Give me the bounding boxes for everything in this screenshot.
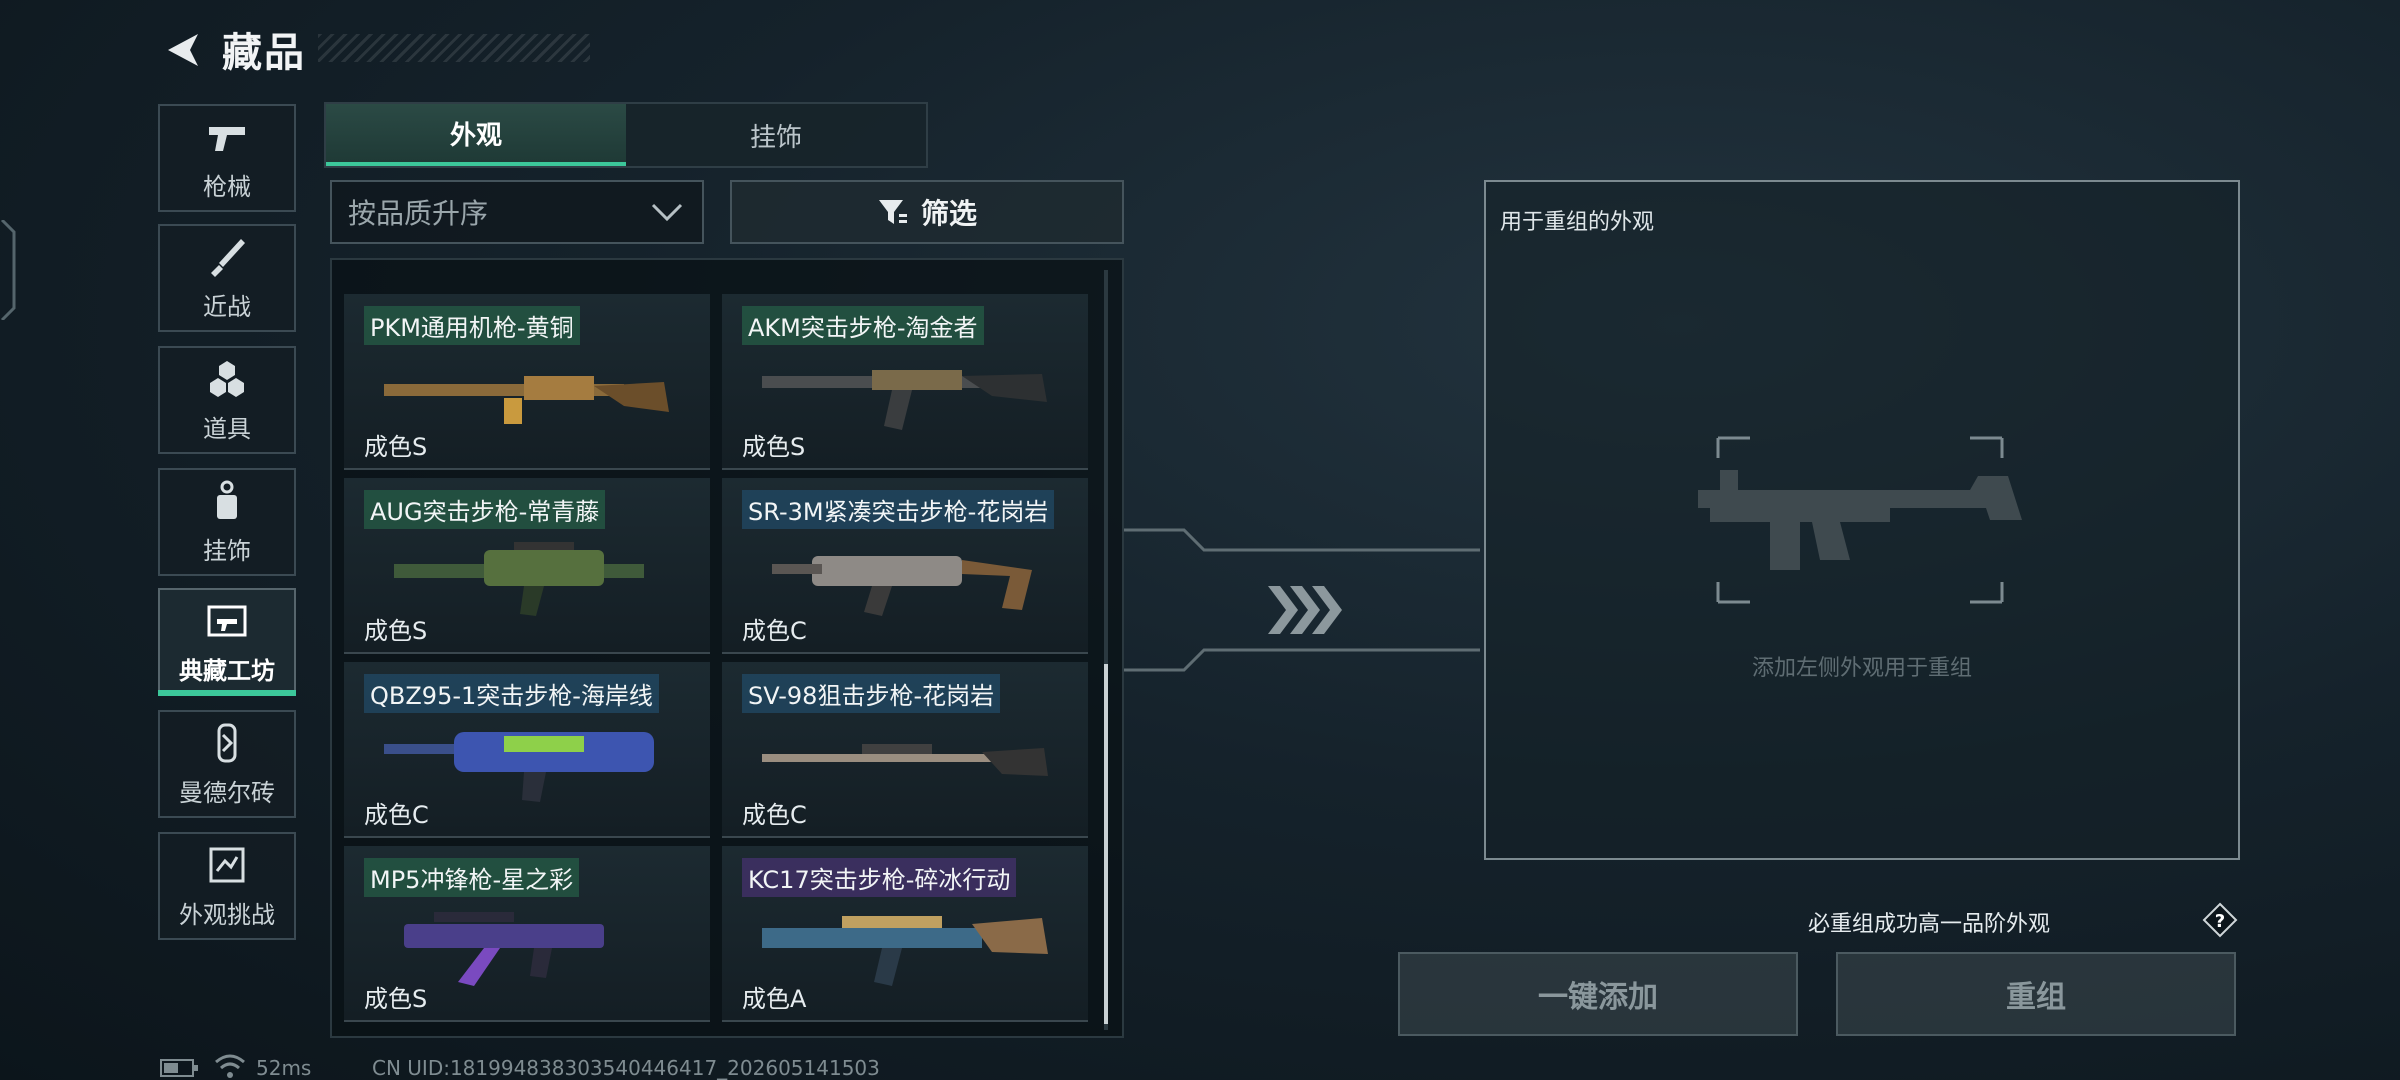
guarantee-text: 必重组成功高一品阶外观 bbox=[1808, 912, 2051, 937]
knife-icon bbox=[211, 238, 245, 277]
sidebar-item-charms[interactable]: 挂饰 bbox=[158, 468, 296, 576]
skin-name: SR-3M紧凑突击步枪-花岗岩 bbox=[742, 490, 1055, 529]
skin-card[interactable]: SR-3M紧凑突击步枪-花岗岩 成色C bbox=[722, 478, 1088, 654]
triple-chevron-icon bbox=[1268, 586, 1342, 634]
sidebar-item-label: 外观挑战 bbox=[179, 900, 275, 929]
rifle-icon bbox=[762, 370, 1047, 430]
skin-grade: 成色C bbox=[742, 801, 807, 829]
workshop-icon bbox=[207, 605, 247, 636]
filter-icon bbox=[878, 200, 907, 224]
edge-bracket-icon bbox=[0, 220, 16, 320]
skin-card[interactable]: KC17突击步枪-碎冰行动 成色A bbox=[722, 846, 1088, 1022]
wifi-icon bbox=[215, 1054, 245, 1078]
back-arrow-icon[interactable] bbox=[160, 28, 204, 72]
help-icon[interactable]: ? bbox=[2202, 902, 2238, 938]
skin-grade: 成色S bbox=[364, 985, 428, 1013]
sidebar-item-label: 典藏工坊 bbox=[179, 656, 275, 685]
rifle-icon bbox=[772, 556, 1032, 616]
sidebar-item-mandel-brick[interactable]: 曼德尔砖 bbox=[158, 710, 296, 818]
remix-button[interactable]: 重组 bbox=[1836, 952, 2236, 1036]
smg-icon bbox=[404, 912, 604, 986]
sniper-rifle-icon bbox=[762, 744, 1048, 776]
user-uid: CN UID:181994838303540446417_20260514150… bbox=[372, 1056, 880, 1080]
skin-grade: 成色C bbox=[742, 617, 807, 645]
rifle-icon bbox=[762, 916, 1048, 986]
challenge-icon bbox=[209, 847, 245, 882]
skin-grade: 成色S bbox=[364, 433, 428, 461]
rifle-icon bbox=[384, 732, 654, 802]
remix-panel-label: 用于重组的外观 bbox=[1500, 210, 1655, 235]
sort-dropdown[interactable]: 按品质升序 bbox=[330, 180, 704, 244]
filter-label: 筛选 bbox=[920, 197, 977, 230]
sidebar-item-label: 挂饰 bbox=[203, 536, 251, 565]
skin-grade: 成色S bbox=[742, 433, 806, 461]
skin-name: AKM突击步枪-淘金者 bbox=[742, 306, 984, 345]
skin-card[interactable]: AKM突击步枪-淘金者 成色S bbox=[722, 294, 1088, 470]
machine-gun-icon bbox=[384, 376, 669, 424]
skin-card[interactable]: MP5冲锋枪-星之彩 成色S bbox=[344, 846, 710, 1022]
charm-icon bbox=[217, 480, 237, 519]
ping-readout: 52ms bbox=[256, 1056, 312, 1080]
remix-hint: 添加左侧外观用于重组 bbox=[1751, 656, 1972, 681]
sort-value: 按品质升序 bbox=[348, 197, 489, 230]
page-title: 藏品 bbox=[222, 30, 306, 76]
sidebar-item-label: 曼德尔砖 bbox=[179, 778, 275, 807]
sidebar-item-props[interactable]: 道具 bbox=[158, 346, 296, 454]
skin-card[interactable]: SV-98狙击步枪-花岗岩 成色C bbox=[722, 662, 1088, 838]
skin-name: QBZ95-1突击步枪-海岸线 bbox=[364, 674, 659, 713]
sidebar-item-guns[interactable]: 枪械 bbox=[158, 104, 296, 212]
skin-grade: 成色A bbox=[742, 985, 807, 1013]
brick-icon bbox=[217, 723, 237, 762]
skin-name: MP5冲锋枪-星之彩 bbox=[364, 858, 580, 897]
active-indicator bbox=[158, 690, 296, 696]
scrollbar-thumb[interactable] bbox=[1104, 664, 1108, 1024]
skin-card[interactable]: QBZ95-1突击步枪-海岸线 成色C bbox=[344, 662, 710, 838]
skin-card[interactable]: AUG突击步枪-常青藤 成色S bbox=[344, 478, 710, 654]
rifle-silhouette-icon[interactable] bbox=[1690, 430, 2030, 610]
filter-button[interactable]: 筛选 bbox=[730, 180, 1124, 244]
tab-charms[interactable]: 挂饰 bbox=[626, 104, 926, 166]
sidebar-item-label: 枪械 bbox=[203, 172, 251, 201]
tab-bar: 外观 挂饰 bbox=[324, 102, 928, 168]
svg-text:?: ? bbox=[2215, 911, 2225, 932]
skin-card[interactable]: PKM通用机枪-黄铜 成色S bbox=[344, 294, 710, 470]
battery-icon bbox=[160, 1059, 198, 1077]
rifle-icon bbox=[394, 542, 644, 616]
skin-grade: 成色C bbox=[364, 801, 429, 829]
skin-name: PKM通用机枪-黄铜 bbox=[364, 306, 580, 345]
sidebar-item-challenge[interactable]: 外观挑战 bbox=[158, 832, 296, 940]
skin-grade: 成色S bbox=[364, 617, 428, 645]
grenades-icon bbox=[210, 360, 244, 397]
sidebar-item-label: 近战 bbox=[203, 292, 251, 321]
title-decoration bbox=[318, 34, 590, 62]
pistol-icon bbox=[209, 126, 245, 151]
sidebar-item-label: 道具 bbox=[203, 414, 251, 443]
skin-name: AUG突击步枪-常青藤 bbox=[364, 490, 606, 529]
sidebar-item-melee[interactable]: 近战 bbox=[158, 224, 296, 332]
tab-appearance[interactable]: 外观 bbox=[326, 104, 626, 166]
add-all-button[interactable]: 一键添加 bbox=[1398, 952, 1798, 1036]
chevron-down-icon bbox=[651, 203, 683, 222]
skin-name: KC17突击步枪-碎冰行动 bbox=[742, 858, 1017, 897]
skin-name: SV-98狙击步枪-花岗岩 bbox=[742, 674, 1001, 713]
sidebar-item-workshop[interactable]: 典藏工坊 bbox=[158, 588, 296, 696]
